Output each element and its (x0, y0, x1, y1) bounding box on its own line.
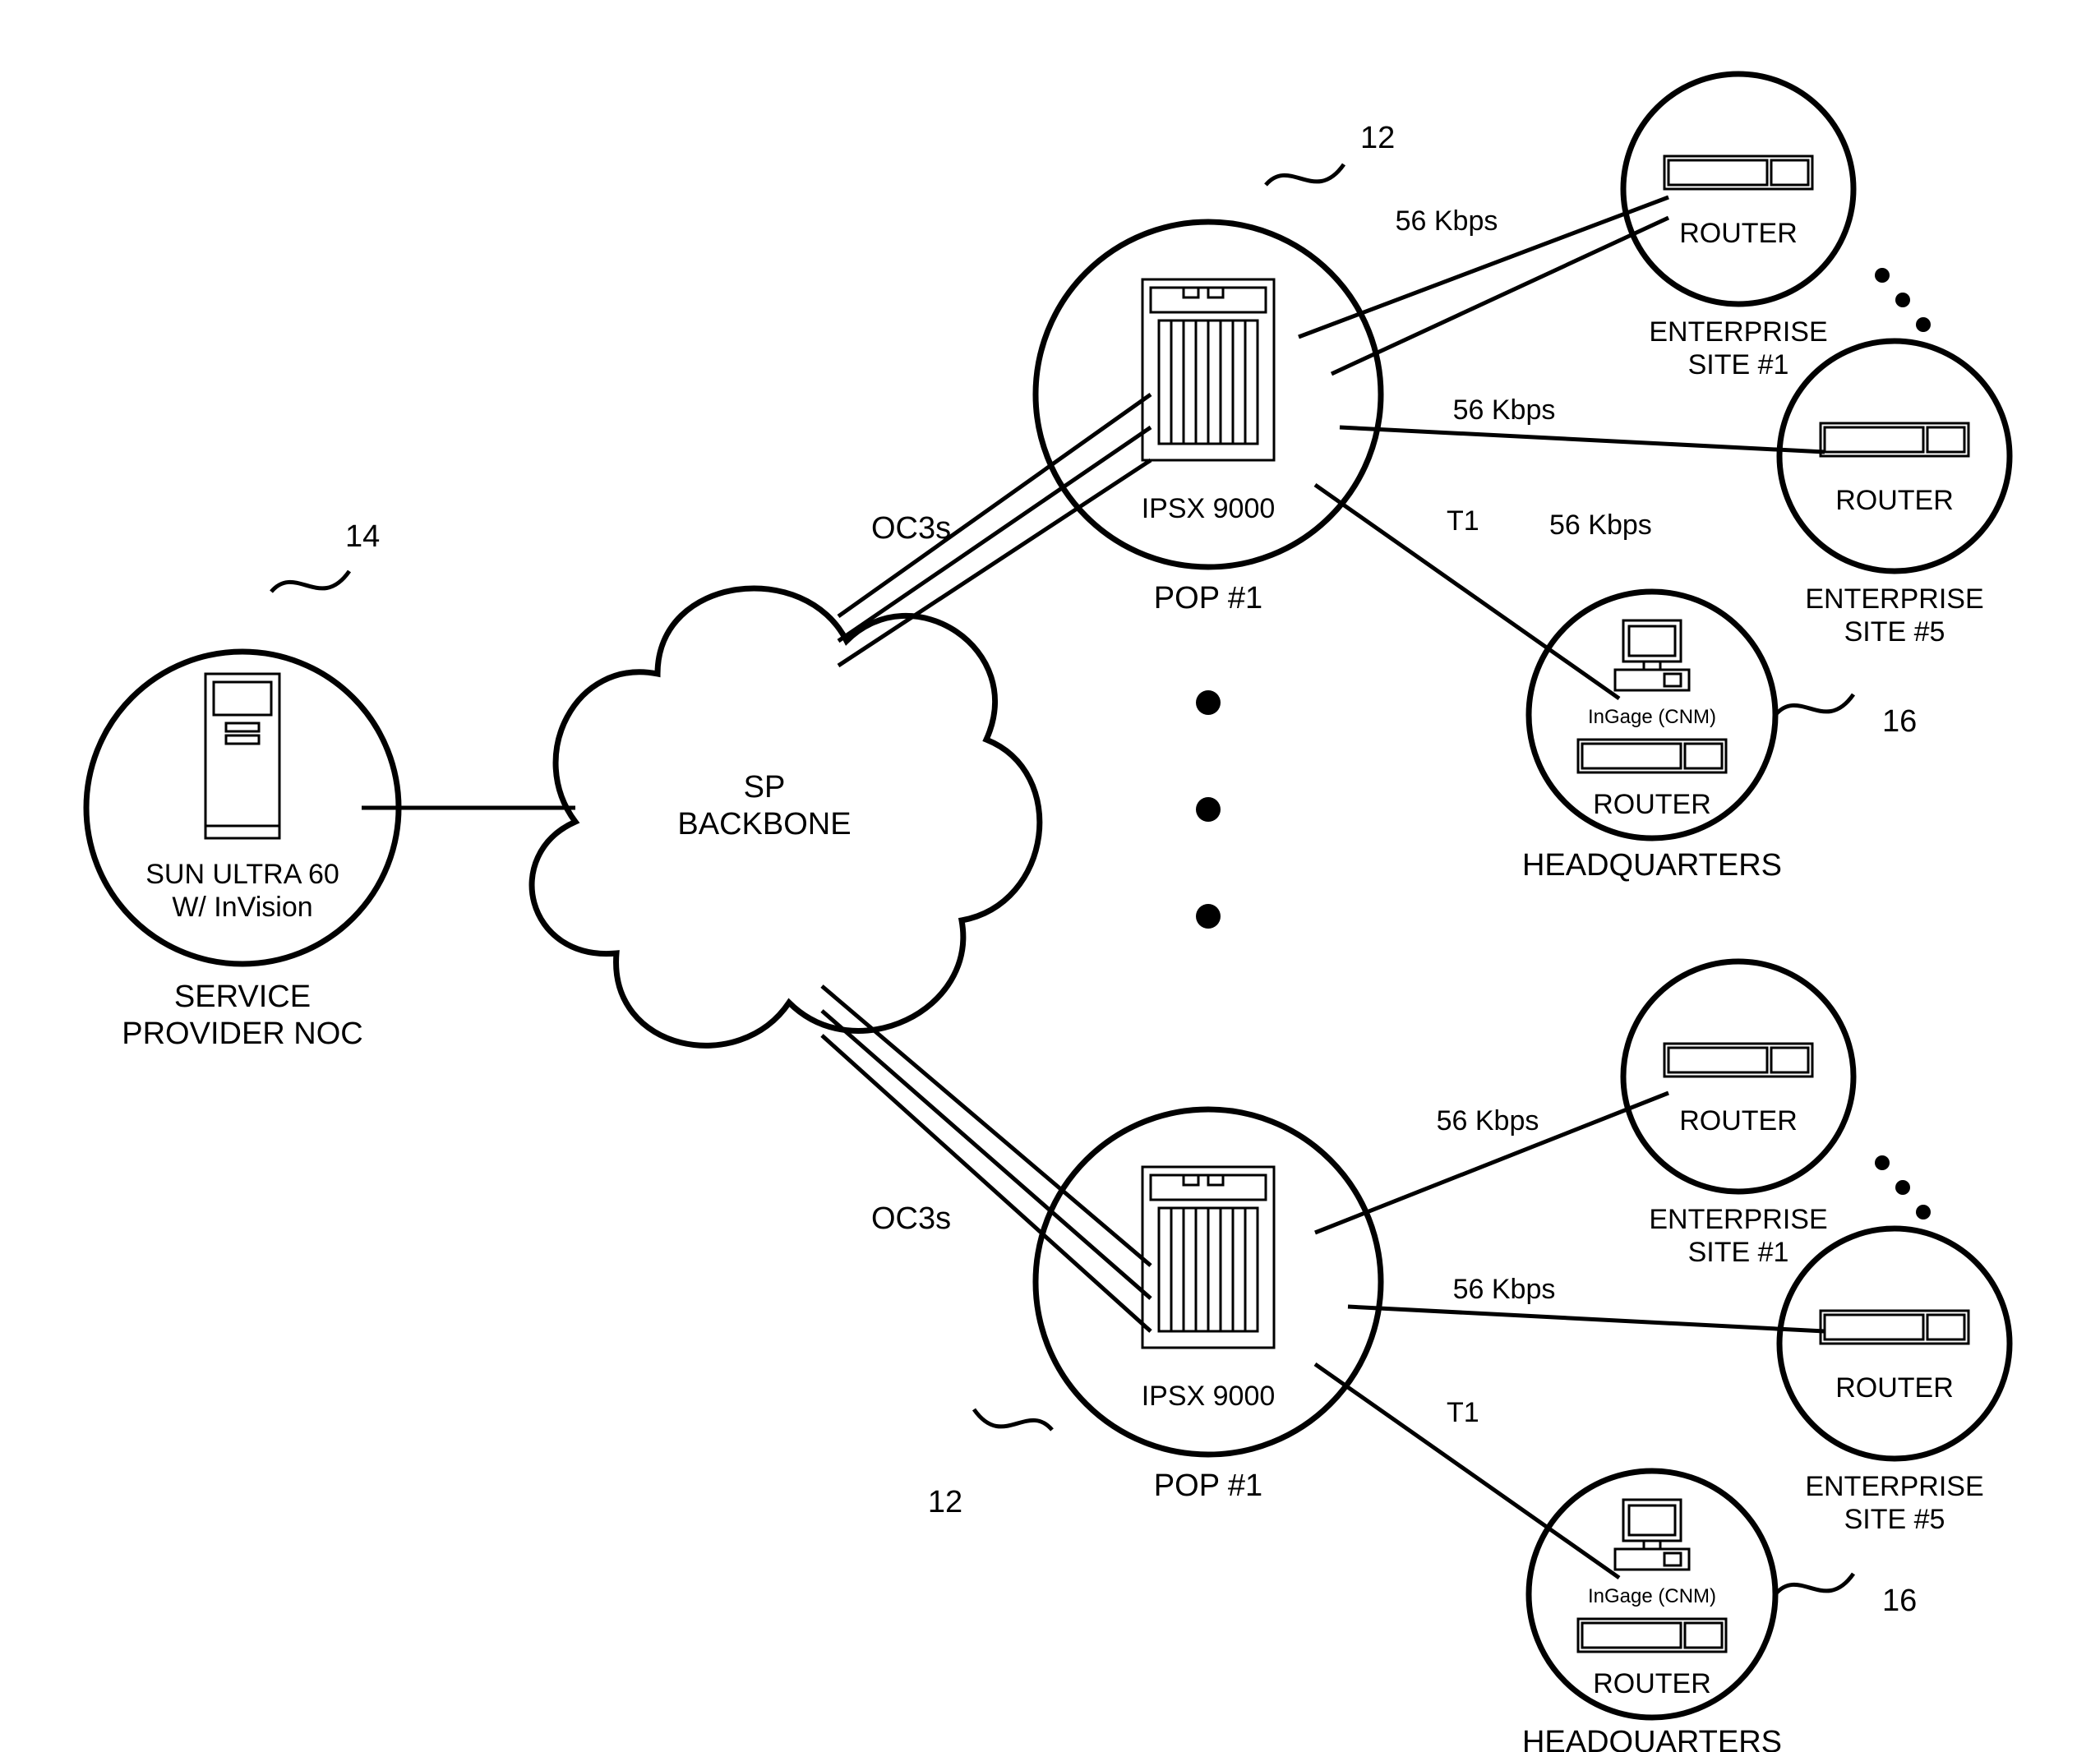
router-label-a1: ROUTER (1679, 218, 1798, 249)
workstation-icon (1615, 620, 1689, 690)
pop-b-node: IPSX 9000 (1036, 1109, 1381, 1455)
router-icon (1664, 156, 1812, 189)
dot (1875, 1155, 1890, 1170)
leader-hqA (1775, 694, 1853, 715)
site-a5-l1: ENTERPRISE (1805, 583, 1983, 615)
site-a5-node: ROUTER (1779, 341, 2010, 571)
dot (1916, 1205, 1931, 1219)
leader-noc (271, 571, 349, 592)
ref-popB: 12 (928, 1485, 962, 1519)
site-a1-node: ROUTER (1623, 74, 1853, 304)
site-b1-l1: ENTERPRISE (1649, 1204, 1827, 1235)
cloud-label-2: BACKBONE (677, 807, 851, 841)
label-t1-b: T1 (1447, 1397, 1479, 1428)
chassis-icon (1142, 1167, 1274, 1348)
pop-b-device: IPSX 9000 (1142, 1381, 1276, 1412)
hq-b-cnm: InGage (CNM) (1588, 1585, 1716, 1607)
site-b1-l2: SITE #1 (1688, 1237, 1789, 1268)
hq-a-cnm: InGage (CNM) (1588, 706, 1716, 728)
noc-sub1: SERVICE (174, 980, 311, 1014)
dot (1895, 293, 1910, 307)
hq-a-node: InGage (CNM) ROUTER (1529, 592, 1775, 838)
router-icon (1664, 1044, 1812, 1077)
link-oc3-b2 (822, 1011, 1151, 1298)
pop-a-node: IPSX 9000 (1036, 222, 1381, 567)
dot (1196, 797, 1221, 822)
router-icon (1578, 740, 1726, 772)
router-icon (1578, 1619, 1726, 1652)
link-popA-r1b (1332, 218, 1668, 374)
ref-noc: 14 (345, 519, 380, 554)
label-oc3-a: OC3s (871, 511, 951, 546)
link-oc3-a1 (838, 394, 1151, 616)
sp-backbone-cloud: SP BACKBONE (532, 588, 1040, 1045)
noc-line1: SUN ULTRA 60 (145, 859, 339, 890)
leader-hqB (1775, 1574, 1853, 1594)
link-popA-r5 (1340, 427, 1825, 452)
router-icon (1821, 423, 1968, 456)
hq-b-label: HEADQUARTERS (1522, 1725, 1782, 1752)
dot (1875, 268, 1890, 283)
noc-sub2: PROVIDER NOC (122, 1017, 362, 1051)
site-b1-node: ROUTER (1623, 961, 1853, 1192)
label-kbps-b1: 56 Kbps (1437, 1105, 1539, 1136)
workstation-icon (1615, 1500, 1689, 1570)
site-b5-l2: SITE #5 (1844, 1504, 1945, 1535)
dot (1895, 1180, 1910, 1195)
dot (1916, 317, 1931, 332)
site-a1-l2: SITE #1 (1688, 349, 1789, 380)
leader-popB (974, 1409, 1052, 1430)
server-icon (205, 674, 279, 838)
hq-a-label: HEADQUARTERS (1522, 848, 1782, 883)
pop-b-name: POP #1 (1154, 1468, 1262, 1503)
link-oc3-a3 (838, 460, 1151, 666)
link-popB-hq (1315, 1364, 1619, 1578)
hq-b-node: InGage (CNM) ROUTER (1529, 1471, 1775, 1717)
dot (1196, 690, 1221, 715)
router-label-a5: ROUTER (1835, 485, 1954, 516)
label-kbps-a5: 56 Kbps (1453, 394, 1556, 426)
site-a1-l1: ENTERPRISE (1649, 316, 1827, 348)
router-label-b1: ROUTER (1679, 1105, 1798, 1136)
pop-a-name: POP #1 (1154, 581, 1262, 616)
cloud-label-1: SP (744, 770, 786, 805)
chassis-icon (1142, 279, 1274, 460)
noc-node: SUN ULTRA 60 W/ InVision (86, 652, 399, 964)
ref-hqA: 16 (1882, 704, 1917, 739)
dot (1196, 904, 1221, 929)
ref-popA: 12 (1360, 121, 1395, 155)
label-kbps-ahq: 56 Kbps (1549, 509, 1652, 541)
pop-a-device: IPSX 9000 (1142, 493, 1276, 524)
site-b5-node: ROUTER (1779, 1229, 2010, 1459)
site-a5-l2: SITE #5 (1844, 616, 1945, 648)
leader-popA (1266, 164, 1344, 185)
router-label-hqa: ROUTER (1593, 789, 1711, 820)
link-popB-r5 (1348, 1307, 1825, 1331)
noc-line2: W/ InVision (172, 892, 312, 923)
ref-hqB: 16 (1882, 1584, 1917, 1618)
router-label-b5: ROUTER (1835, 1372, 1954, 1404)
router-icon (1821, 1311, 1968, 1344)
router-label-hqb: ROUTER (1593, 1668, 1711, 1699)
label-kbps-a1: 56 Kbps (1396, 205, 1498, 237)
label-t1-a: T1 (1447, 505, 1479, 537)
label-kbps-b5: 56 Kbps (1453, 1274, 1556, 1305)
label-oc3-b: OC3s (871, 1201, 951, 1236)
link-oc3-b3 (822, 1035, 1151, 1331)
site-b5-l1: ENTERPRISE (1805, 1471, 1983, 1502)
